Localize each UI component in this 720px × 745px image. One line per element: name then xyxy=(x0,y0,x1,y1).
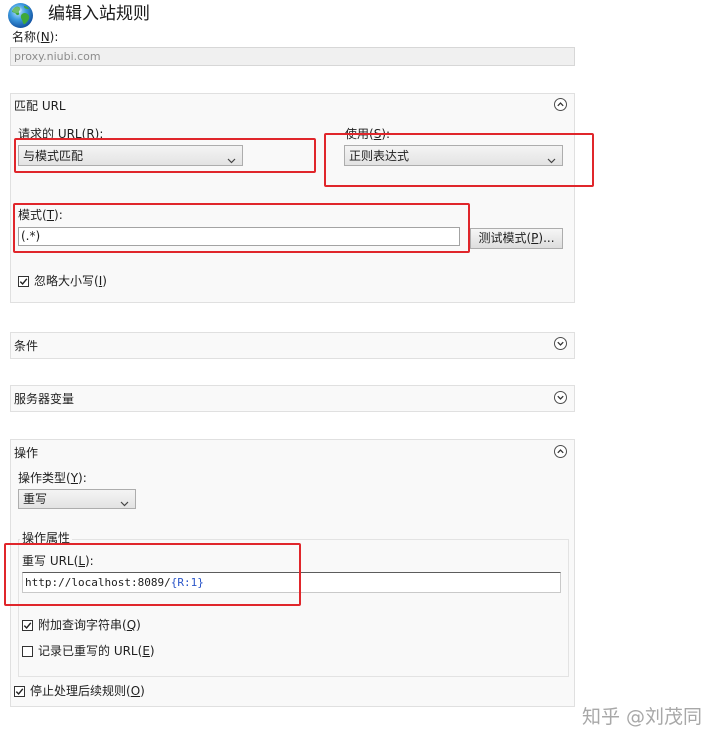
action-type-dropdown[interactable]: 重写 xyxy=(18,489,136,509)
name-field-value: proxy.niubi.com xyxy=(14,50,101,63)
stop-processing-label: 停止处理后续规则(O) xyxy=(30,684,145,698)
test-pattern-button[interactable]: 测试模式(P)... xyxy=(470,228,563,249)
log-rewritten-url-label: 记录已重写的 URL(E) xyxy=(38,644,155,658)
server-variables-section-title: 服务器变量 xyxy=(14,392,75,406)
match-url-section: 匹配 URL 请求的 URL(R): 与模式匹配 使用(S): 正则表达式 模式… xyxy=(10,93,575,303)
server-variables-section-header[interactable]: 服务器变量 xyxy=(11,386,574,411)
conditions-section-header[interactable]: 条件 xyxy=(11,333,574,358)
dropdown-arrow-icon xyxy=(120,496,129,507)
conditions-section: 条件 xyxy=(10,332,575,359)
ignore-case-label: 忽略大小写(I) xyxy=(34,274,107,288)
page-title: 编辑入站规则 xyxy=(48,4,150,24)
match-url-section-title: 匹配 URL xyxy=(14,99,66,113)
highlight-box-rewrite-url xyxy=(4,543,301,606)
dialog-header: 编辑入站规则 xyxy=(0,0,720,30)
name-field[interactable]: proxy.niubi.com xyxy=(10,47,575,66)
server-variables-section: 服务器变量 xyxy=(10,385,575,412)
stop-processing-checkbox[interactable]: 停止处理后续规则(O) xyxy=(14,684,154,698)
name-label: 名称(N): xyxy=(12,30,59,44)
globe-icon xyxy=(7,2,34,29)
highlight-box-using xyxy=(324,133,594,187)
highlight-box-pattern xyxy=(13,203,470,253)
action-section-header[interactable]: 操作 xyxy=(11,440,574,464)
watermark: 知乎 @刘茂同 xyxy=(581,706,702,728)
ignore-case-checkbox[interactable]: 忽略大小写(I) xyxy=(18,274,138,288)
log-rewritten-url-checkbox[interactable]: 记录已重写的 URL(E) xyxy=(22,644,162,658)
checkbox-box[interactable] xyxy=(22,620,33,631)
chevron-up-icon[interactable] xyxy=(554,98,567,111)
checkbox-box[interactable] xyxy=(22,646,33,657)
conditions-section-title: 条件 xyxy=(14,339,39,353)
checkbox-box[interactable] xyxy=(14,686,25,697)
action-type-label: 操作类型(Y): xyxy=(18,471,87,485)
append-query-string-checkbox[interactable]: 附加查询字符串(Q) xyxy=(22,618,152,632)
highlight-box-requested-url xyxy=(14,138,316,173)
match-url-section-header[interactable]: 匹配 URL xyxy=(11,94,574,118)
chevron-down-icon[interactable] xyxy=(554,391,567,404)
append-query-string-label: 附加查询字符串(Q) xyxy=(38,618,141,632)
chevron-down-icon[interactable] xyxy=(554,337,567,350)
action-section-title: 操作 xyxy=(14,446,39,460)
checkbox-box[interactable] xyxy=(18,276,29,287)
action-type-selected: 重写 xyxy=(23,492,48,506)
chevron-up-icon[interactable] xyxy=(554,445,567,458)
